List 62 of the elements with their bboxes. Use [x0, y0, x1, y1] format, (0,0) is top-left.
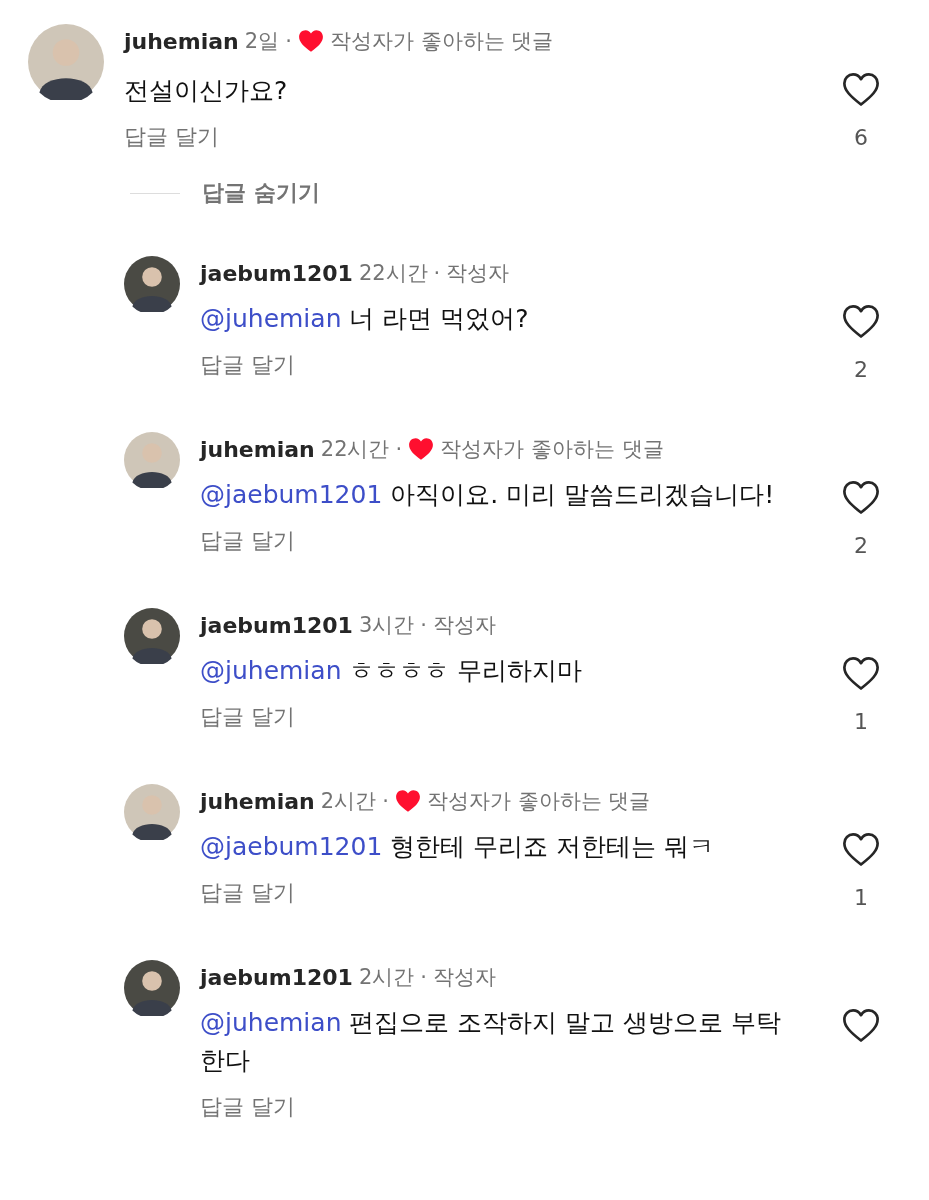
heart-icon[interactable] [842, 832, 880, 867]
separator-dot: · [433, 261, 441, 285]
username[interactable]: juhemian [124, 28, 239, 54]
reply-link[interactable]: 답글 달기 [200, 1088, 295, 1126]
timestamp: 3시간 [358, 612, 415, 639]
username[interactable]: jaebum1201 [200, 612, 353, 638]
reply-text: @juhemian ㅎㅎㅎㅎ 무리하지마 [200, 655, 584, 687]
heart-icon[interactable] [842, 1008, 880, 1043]
separator-dot: · [285, 29, 292, 53]
badge-label: 작성자 [446, 260, 510, 287]
badge-label: 작성자가 좋아하는 댓글 [440, 436, 664, 463]
username[interactable]: jaebum1201 [200, 260, 353, 286]
badge-label: 작성자 [432, 612, 496, 639]
like-count: 2 [854, 533, 868, 558]
mention-link[interactable]: @jaebum1201 [200, 480, 383, 509]
separator-dot: · [395, 437, 403, 461]
reply-text: @jaebum1201 아직이요. 미리 말씀드리겠습니다! [200, 479, 776, 511]
username[interactable]: juhemian [200, 788, 315, 814]
reply-link[interactable]: 답글 달기 [200, 698, 295, 736]
reply-text: @juhemian 편집으로 조작하지 말고 생방으로 부탁한다 [200, 1007, 783, 1077]
comment-text: 전설이신가요? [124, 75, 289, 107]
separator-dot: · [420, 965, 427, 989]
avatar[interactable] [124, 432, 180, 488]
badge-label: 작성자 [432, 964, 496, 991]
heart-icon [394, 789, 421, 813]
like-count: 1 [854, 709, 868, 734]
separator-dot: · [420, 613, 427, 637]
mention-link[interactable]: @juhemian [200, 1008, 342, 1037]
avatar[interactable] [124, 784, 180, 840]
username[interactable]: juhemian [200, 436, 315, 462]
heart-icon[interactable] [842, 656, 880, 691]
timestamp: 2시간 [320, 788, 377, 815]
avatar[interactable] [124, 608, 180, 664]
badge-label: 작성자가 좋아하는 댓글 [329, 28, 554, 55]
mention-link[interactable]: @juhemian [200, 304, 342, 333]
reply-text: @juhemian 너 라면 먹었어? [200, 303, 530, 335]
reply-link[interactable]: 답글 달기 [200, 346, 295, 384]
heart-icon [297, 29, 324, 53]
avatar[interactable] [124, 256, 180, 312]
mention-link[interactable]: @jaebum1201 [200, 832, 383, 861]
separator-dot: · [382, 789, 389, 813]
username[interactable]: jaebum1201 [200, 964, 353, 990]
badge-label: 작성자가 좋아하는 댓글 [426, 788, 651, 815]
heart-icon[interactable] [842, 72, 880, 107]
timestamp: 2일 [244, 28, 280, 55]
reply-link[interactable]: 답글 달기 [200, 874, 295, 912]
like-count: 6 [854, 125, 868, 150]
heart-icon[interactable] [842, 480, 880, 515]
avatar[interactable] [28, 24, 104, 100]
timestamp: 2시간 [358, 964, 415, 991]
reply-link[interactable]: 답글 달기 [124, 118, 219, 156]
heart-icon[interactable] [842, 304, 880, 339]
heart-icon [408, 437, 435, 461]
like-count: 1 [854, 885, 868, 910]
timestamp: 22시간 [358, 260, 428, 287]
reply-link[interactable]: 답글 달기 [200, 522, 295, 560]
mention-link[interactable]: @juhemian [200, 656, 342, 685]
hide-replies-link[interactable]: 답글 숨기기 [202, 178, 320, 208]
reply-text: @jaebum1201 형한테 무리죠 저한테는 뭐ㅋ [200, 831, 716, 863]
like-count: 2 [854, 357, 868, 382]
timestamp: 22시간 [320, 436, 390, 463]
avatar[interactable] [124, 960, 180, 1016]
